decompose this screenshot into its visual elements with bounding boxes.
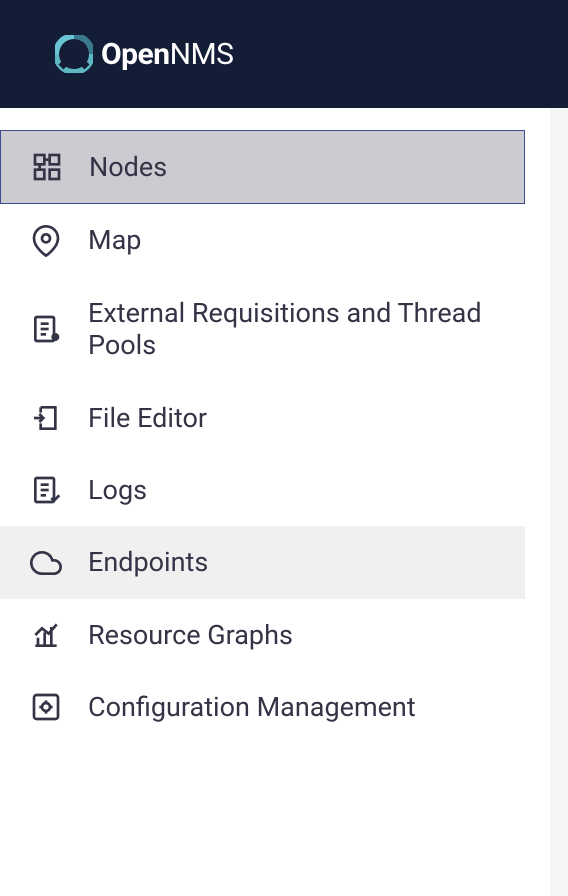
sidebar-item-label: Endpoints: [88, 546, 208, 578]
file-editor-icon: [30, 402, 62, 434]
header: OpenNMS: [0, 0, 568, 108]
sidebar-item-label: File Editor: [88, 402, 207, 434]
sidebar-item-label: Map: [88, 224, 141, 256]
opennms-logo-icon: [55, 35, 93, 73]
logs-icon: [30, 474, 62, 506]
logo-text: OpenNMS: [101, 37, 233, 72]
sidebar-item-label: External Requisitions and Thread Pools: [88, 297, 495, 362]
sidebar-item-label: Nodes: [89, 151, 167, 183]
nodes-icon: [31, 151, 63, 183]
sidebar-item-label: Logs: [88, 474, 147, 506]
sidebar-item-external-requisitions[interactable]: External Requisitions and Thread Pools: [0, 277, 525, 382]
sidebar-item-map[interactable]: Map: [0, 204, 525, 276]
sidebar-item-nodes[interactable]: Nodes: [0, 130, 525, 204]
sidebar: Nodes Map External Requisitions and Thre…: [0, 130, 525, 744]
sidebar-item-logs[interactable]: Logs: [0, 454, 525, 526]
sidebar-item-resource-graphs[interactable]: Resource Graphs: [0, 599, 525, 671]
sidebar-item-file-editor[interactable]: File Editor: [0, 382, 525, 454]
sidebar-item-label: Configuration Management: [88, 691, 416, 723]
content-area-edge: [550, 108, 568, 896]
logo[interactable]: OpenNMS: [55, 35, 233, 73]
cloud-icon: [30, 547, 62, 579]
chart-icon: [30, 619, 62, 651]
sidebar-item-endpoints[interactable]: Endpoints: [0, 526, 525, 598]
sidebar-item-configuration-management[interactable]: Configuration Management: [0, 671, 525, 743]
map-pin-icon: [30, 225, 62, 257]
requisitions-icon: [30, 313, 62, 345]
config-icon: [30, 691, 62, 723]
sidebar-item-label: Resource Graphs: [88, 619, 293, 651]
